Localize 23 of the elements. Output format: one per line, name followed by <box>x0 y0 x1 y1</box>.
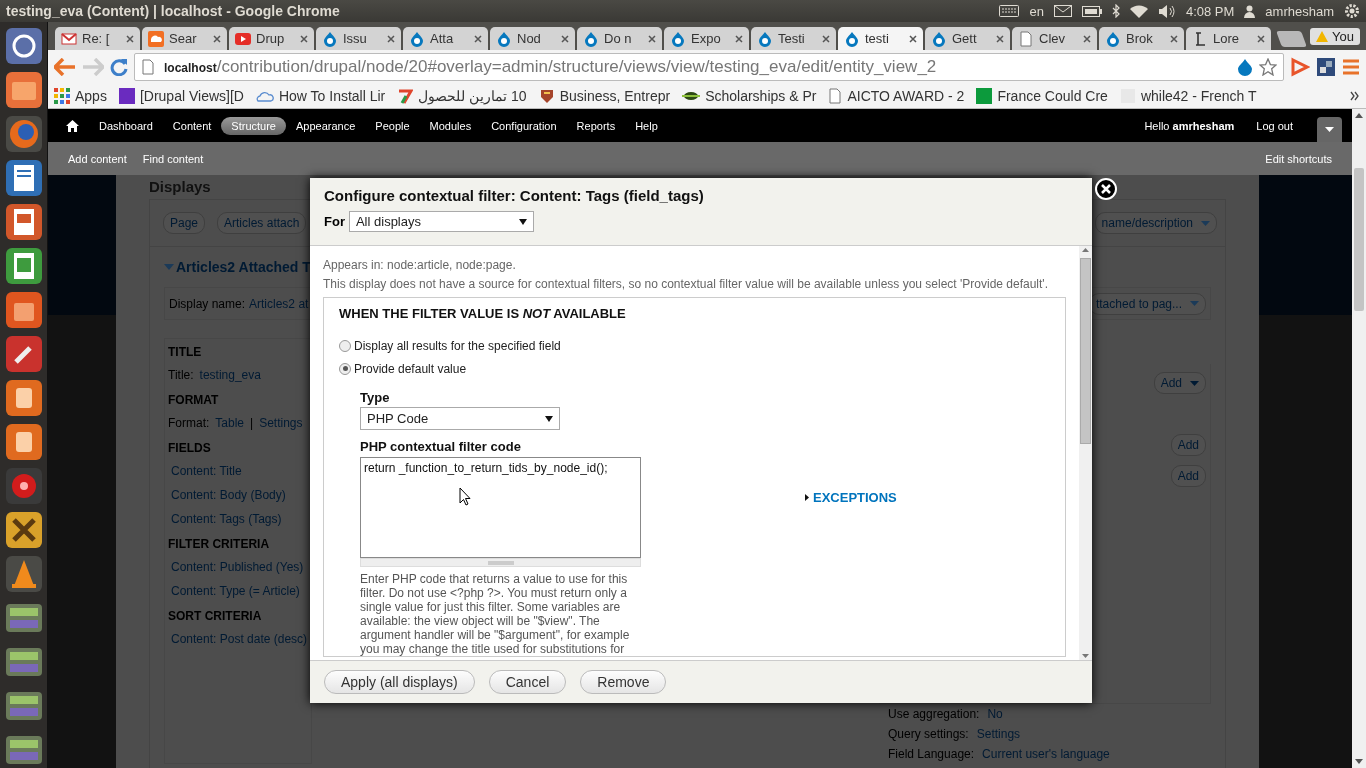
group-heading: FIELDS <box>167 440 211 457</box>
field-label: Format: <box>168 416 210 430</box>
field-label: PHP contextual filter code <box>360 439 522 454</box>
dialog-title: Configure contextual filter: Content: Tags (field_tags) <box>324 187 705 204</box>
group-heading: FORMAT <box>167 392 219 409</box>
help-text: Enter PHP code that returns a value to use for this filter. Do not use <?php ?>. You must return only a single value for just this filter. Some variables are available: the view object will be "$view". The argument handler will be "$argument", for example you may change the title used for substitutions for <box>360 572 631 656</box>
group-heading: FILTER CRITERIA <box>167 536 270 553</box>
field-label: Display name: <box>169 296 246 311</box>
field-label: Type <box>360 390 391 405</box>
field-label: For <box>324 214 345 229</box>
description-text: Appears in: node:article, node:page. <box>323 257 517 274</box>
field-label: Use aggregation: <box>888 707 980 721</box>
group-heading: TITLE <box>167 344 202 361</box>
section-heading: Displays <box>149 178 211 195</box>
group-heading: SORT CRITERIA <box>167 608 262 625</box>
separator: | <box>250 416 254 430</box>
field-label: Field Language: <box>888 747 975 761</box>
window-title: testing_eva (Content) | localhost - Google Chrome <box>6 3 341 19</box>
description-text: This display does not have a source for contextual filters, so no contextual filter value will be available unless you select 'Provide default'. <box>323 276 1049 293</box>
field-label: Query settings: <box>888 727 969 741</box>
fieldset-legend: WHEN THE FILTER VALUE IS NOT AVAILABLE <box>339 306 1050 321</box>
field-label: Title: <box>168 368 194 382</box>
greeting: Hello amrhesham <box>1144 119 1235 132</box>
